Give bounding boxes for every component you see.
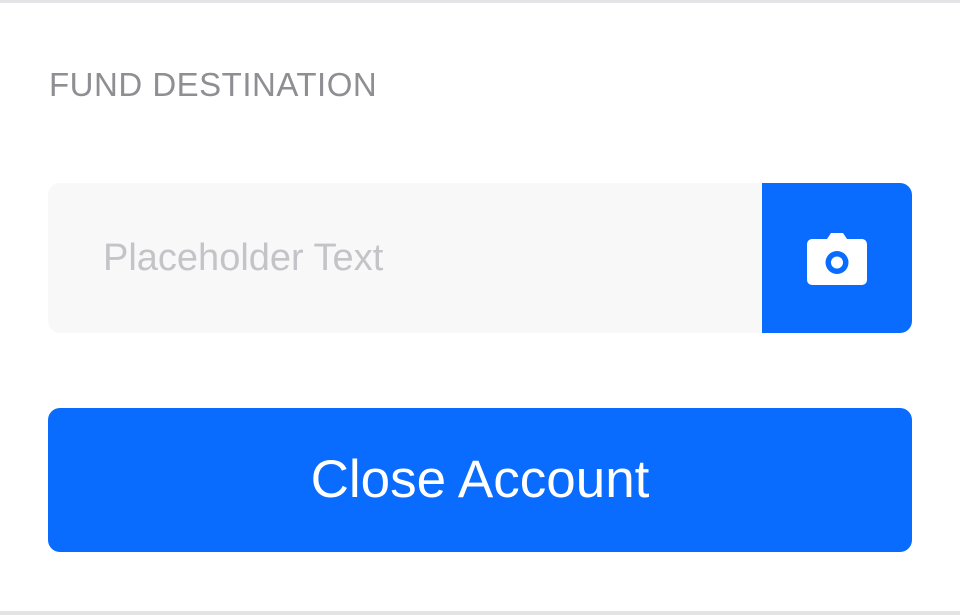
fund-destination-screen: FUND DESTINATION Close Account (0, 0, 960, 615)
scan-camera-button[interactable] (762, 183, 912, 333)
close-account-button[interactable]: Close Account (48, 408, 912, 552)
camera-icon (807, 233, 867, 285)
section-label: FUND DESTINATION (49, 66, 378, 103)
top-divider (0, 0, 960, 3)
bottom-divider (0, 611, 960, 615)
fund-destination-field-group (48, 183, 912, 333)
fund-destination-input[interactable] (48, 183, 762, 333)
